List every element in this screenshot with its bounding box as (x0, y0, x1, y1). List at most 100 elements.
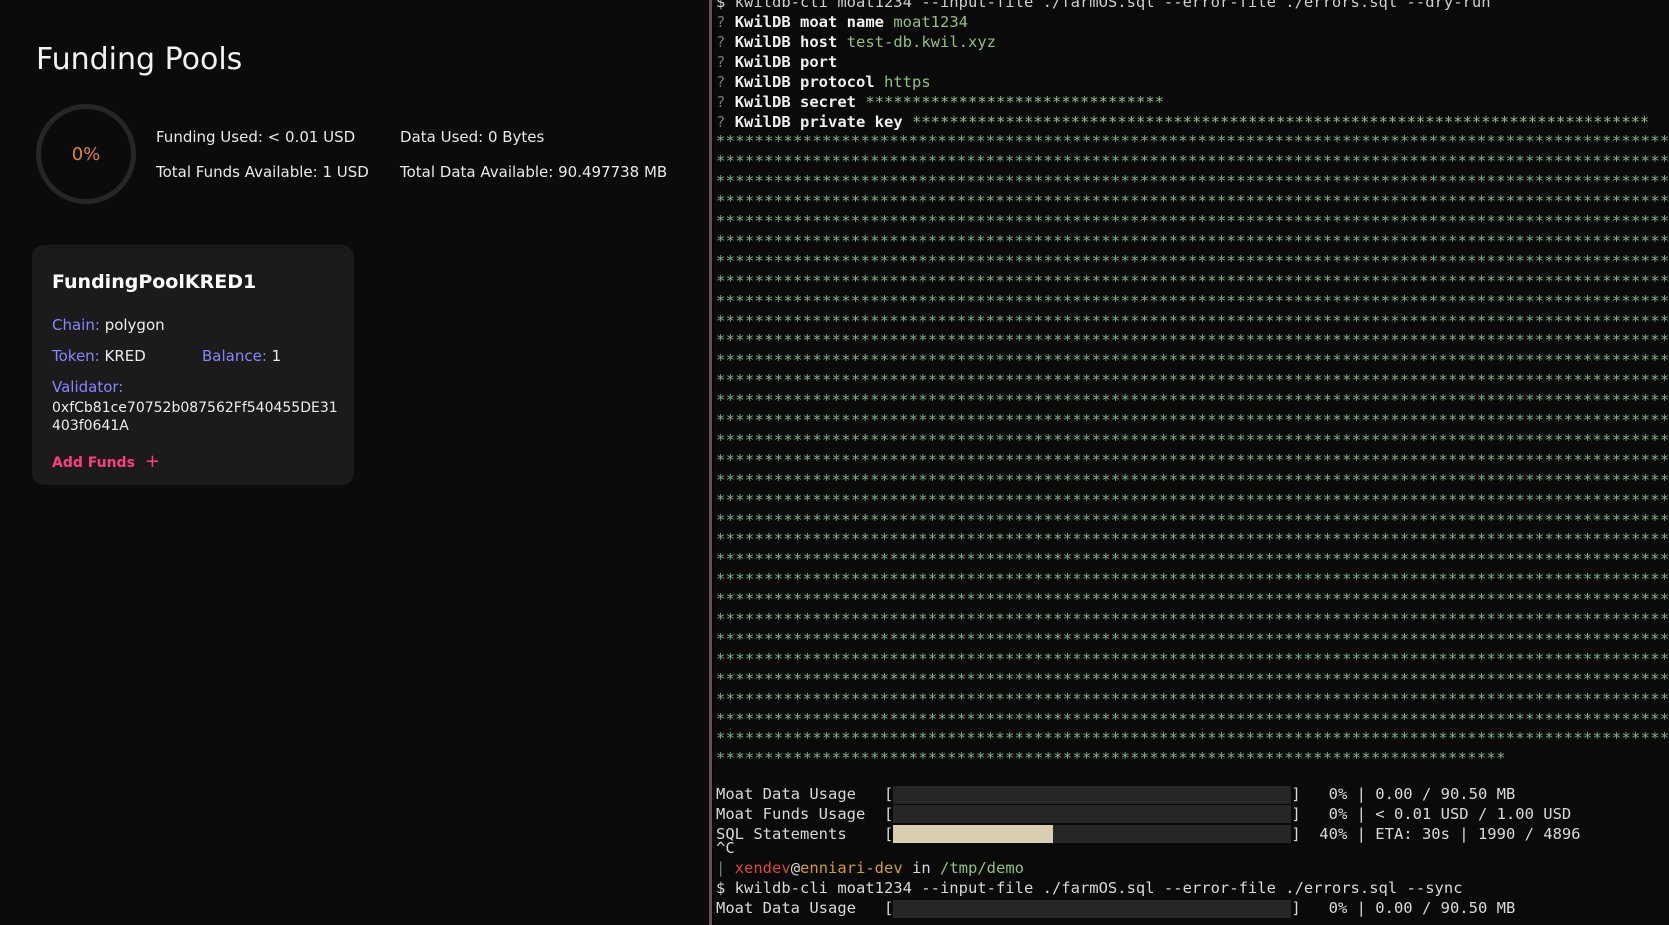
masked-key-line: ****************************************… (716, 411, 1669, 429)
masked-key-line: ****************************************… (716, 629, 1669, 648)
masked-key-line: ****************************************… (716, 590, 1669, 609)
prompt-line: ? KwilDB host test-db.kwil.xyz (716, 32, 996, 52)
progress-label: Moat Data Usage [ (716, 899, 894, 917)
prompt-key: KwilDB port (734, 52, 838, 71)
add-funds-label: Add Funds (52, 455, 135, 471)
masked-key-line: ****************************************… (716, 331, 1669, 350)
data-used: Data Used: 0 Bytes (400, 128, 545, 146)
pool-card: FundingPoolKRED1 Chain: polygon Token: K… (32, 245, 354, 485)
prompt-line: ? KwilDB moat name moat1234 (716, 12, 968, 32)
prompt-value: moat1234 (893, 13, 968, 31)
prompt-key: KwilDB protocol (734, 72, 875, 91)
masked-key-line: ****************************************… (716, 550, 1669, 569)
validator-row: Validator: (52, 378, 123, 396)
shell-prompt-line: | xendev@enniari-dev in /tmp/demo (716, 858, 1024, 878)
prompt-key: KwilDB moat name (734, 13, 884, 31)
masked-key-line: ****************************************… (716, 212, 1669, 230)
masked-key-line: ****************************************… (716, 610, 1669, 628)
masked-key-line: ****************************************… (716, 231, 1669, 250)
add-funds-button[interactable]: Add Funds + (52, 451, 160, 472)
progress-label: Moat Funds Usage [ (716, 804, 894, 823)
chain-value: polygon (104, 316, 165, 334)
masked-key-line: ****************************************… (716, 271, 1669, 290)
progress-bar (893, 785, 1292, 804)
prompt-user: xendev (734, 859, 791, 877)
balance-row: Balance: 1 (202, 347, 281, 365)
usage-ring: 0% (36, 104, 136, 204)
progress-stats: ] 40% | ETA: 30s | 1990 / 4896 (1291, 824, 1581, 843)
progress-line: SQL Statements [ ] 40% | ETA: 30s | 1990 … (716, 824, 1581, 844)
prompt-line: ? KwilDB secret ************************… (716, 92, 1164, 112)
masked-key-line: ****************************************… (716, 729, 1669, 748)
masked-key-line: ****************************************… (716, 311, 1669, 330)
prompt-host: enniari-dev (800, 859, 903, 877)
pool-name: FundingPoolKRED1 (52, 271, 257, 293)
masked-key-line: ****************************************… (716, 371, 1669, 390)
masked-key-line: ****************************************… (716, 510, 1669, 529)
prompt-line: ? KwilDB protocol https (716, 72, 931, 92)
masked-key-line: ****************************************… (716, 669, 1669, 688)
masked-key-line: ****************************************… (716, 570, 1669, 589)
validator-address: 0xfCb81ce70752b087562Ff540455DE31403f064… (52, 400, 338, 434)
masked-key-line: ****************************************… (716, 172, 1669, 191)
prompt-mark: ? (716, 13, 726, 31)
validator-label: Validator: (52, 378, 124, 396)
token-label: Token: (52, 347, 100, 365)
prompt-key: KwilDB host (734, 32, 838, 51)
masked-key-line: ****************************************… (716, 152, 1669, 171)
masked-key-line: ****************************************… (716, 391, 1669, 410)
prompt-bar: | (716, 859, 726, 877)
progress-stats: ] 0% | 0.00 / 90.50 MB (1291, 899, 1516, 917)
balance-label: Balance: (202, 347, 267, 365)
prompt-line: ? KwilDB private key *******************… (716, 112, 1649, 132)
prompt-line: ? KwilDB port (716, 52, 847, 72)
prompt-mark: ? (716, 92, 726, 111)
progress-bar (893, 805, 1292, 824)
token-value: KRED (104, 347, 146, 365)
prompt-mark: ? (716, 112, 726, 131)
funding-pools-panel: Funding Pools 0% Funding Used: < 0.01 US… (0, 0, 712, 925)
progress-fill (893, 825, 1053, 844)
masked-key-line: ****************************************… (716, 689, 1669, 708)
prompt-key: KwilDB secret (734, 92, 857, 111)
progress-label: Moat Data Usage [ (716, 785, 894, 803)
chain-row: Chain: polygon (52, 316, 165, 334)
plus-icon: + (144, 451, 160, 472)
masked-key-line: ****************************************… (716, 351, 1669, 370)
prompt-value: ******************************** (865, 92, 1164, 111)
masked-key-line: ****************************************… (716, 291, 1669, 310)
progress-bar (893, 899, 1292, 918)
prompt-mark: ? (716, 32, 726, 51)
ctrl-c-line: ^C (716, 839, 735, 857)
usage-percent: 0% (71, 143, 101, 165)
total-funds: Total Funds Available: 1 USD (156, 163, 369, 181)
terminal[interactable]: $ kwildb-cli moat1234 --input-file ./far… (714, 0, 1669, 925)
prompt-mark: ? (716, 52, 726, 71)
prompt-value: ****************************************… (912, 112, 1650, 131)
progress-stats: ] 0% | 0.00 / 90.50 MB (1291, 785, 1516, 803)
masked-key-line: ****************************************… (716, 490, 1669, 509)
progress-line: Moat Data Usage [ ] 0% | 0.00 / 90.50 MB (716, 784, 1515, 804)
progress-stats: ] 0% | < 0.01 USD / 1.00 USD (1291, 804, 1572, 823)
masked-key-line: ****************************************… (716, 132, 1669, 151)
progress-label: SQL Statements [ (716, 824, 894, 843)
token-row: Token: KRED (52, 347, 146, 365)
prompt-at: @ (790, 859, 801, 877)
masked-key-line: ****************************************… (716, 251, 1669, 270)
masked-key-line: ****************************************… (716, 709, 1669, 728)
masked-key-line: ****************************************… (716, 430, 1669, 449)
sync-command: $ kwildb-cli moat1234 --input-file ./far… (716, 879, 1463, 897)
masked-key-line: ****************************************… (716, 450, 1669, 469)
progress-bar (893, 825, 1292, 844)
chain-label: Chain: (52, 316, 100, 334)
total-data: Total Data Available: 90.497738 MB (400, 163, 668, 181)
balance-value: 1 (271, 347, 282, 365)
masked-key-line: ****************************************… (716, 749, 1506, 768)
page-title: Funding Pools (36, 42, 243, 77)
prompt-mark: ? (716, 72, 726, 91)
prompt-key: KwilDB private key (734, 112, 903, 131)
funding-used: Funding Used: < 0.01 USD (156, 128, 356, 146)
masked-key-line: ****************************************… (716, 649, 1669, 668)
masked-key-line: ****************************************… (716, 530, 1669, 549)
progress-line: Moat Funds Usage [ ] 0% | < 0.01 USD / 1.… (716, 804, 1571, 824)
